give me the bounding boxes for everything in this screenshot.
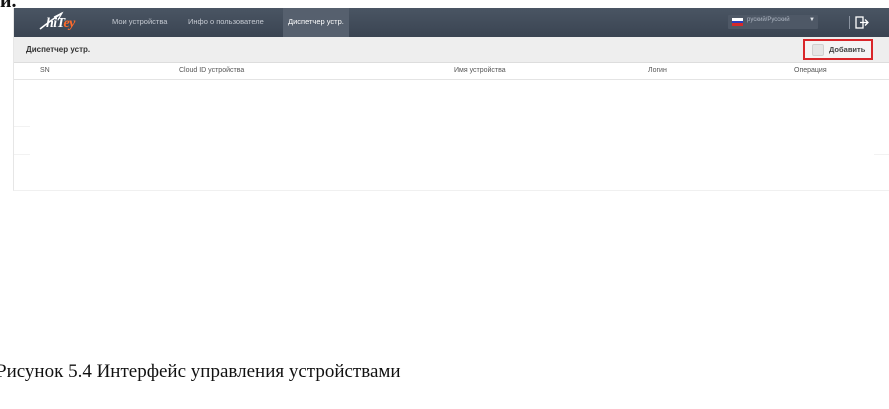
navbar-divider <box>849 16 850 29</box>
column-device-name: Имя устройства <box>454 67 506 74</box>
page-title: Диспетчер устр. <box>26 45 91 54</box>
ru-flag-icon <box>732 18 743 26</box>
row-divider <box>14 154 30 155</box>
row-divider <box>14 126 30 127</box>
plus-icon <box>812 44 824 56</box>
figure-caption: Рисунок 5.4 Интерфейс управления устройс… <box>0 361 401 382</box>
row-divider <box>874 154 889 155</box>
column-login: Логин <box>648 67 667 74</box>
column-operation: Операция <box>794 67 827 74</box>
brand-logo: hiTey <box>36 11 91 33</box>
add-button-label: Добавить <box>829 45 866 54</box>
logout-icon[interactable] <box>855 16 869 29</box>
toolbar: Диспетчер устр. Добавить <box>14 37 889 63</box>
device-table-body <box>14 80 889 190</box>
tab-my-devices[interactable]: Мои устройства <box>112 17 167 26</box>
chevron-down-icon: ▼ <box>809 17 815 23</box>
top-navbar: hiTey Мои устройства Инфо о пользователе… <box>14 8 889 37</box>
language-value: pycкий/Pусский <box>747 17 790 23</box>
device-manager-screenshot: hiTey Мои устройства Инфо о пользователе… <box>13 8 889 191</box>
tab-device-manager[interactable]: Диспетчер устр. <box>288 17 344 26</box>
tab-user-info[interactable]: Инфо о пользователе <box>188 17 264 26</box>
logo-text: hiTey <box>46 16 75 31</box>
language-select[interactable]: pycкий/Pусский ▼ <box>728 15 818 29</box>
device-table-header: SN Cloud ID устройства Имя устройства Ло… <box>14 63 889 80</box>
column-cloud-id: Cloud ID устройства <box>179 67 245 74</box>
column-sn: SN <box>40 67 50 74</box>
add-device-button[interactable]: Добавить <box>803 39 873 60</box>
